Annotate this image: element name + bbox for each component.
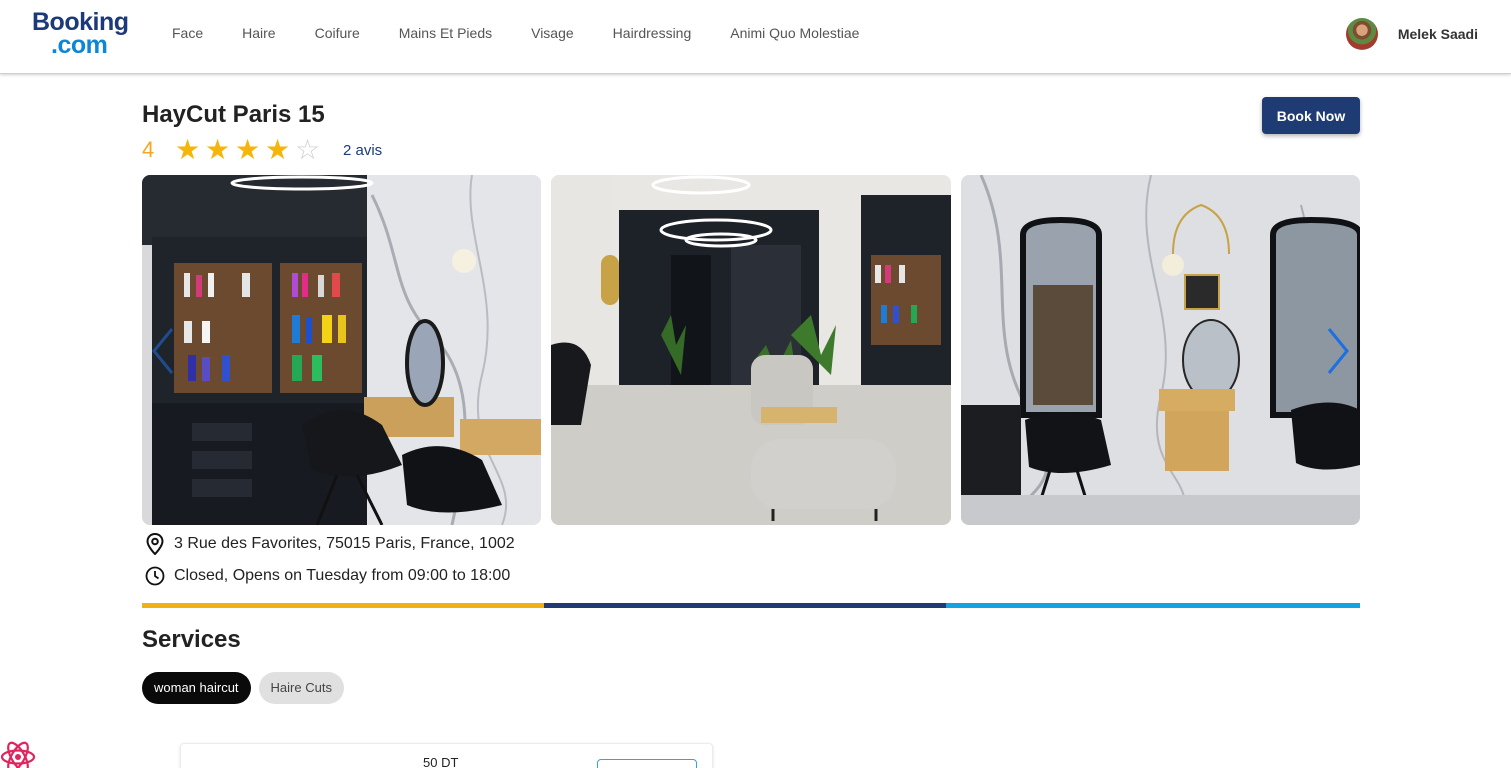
service-card: 50 DT [180,743,713,768]
react-devtools-icon[interactable] [0,735,40,768]
clock-icon [145,565,165,587]
chip-haire-cuts[interactable]: Haire Cuts [258,672,344,704]
salon-hours: Closed, Opens on Tuesday from 09:00 to 1… [145,564,510,588]
service-filter-chips: woman haircut Haire Cuts [142,672,344,704]
category-nav: Face Haire Coifure Mains Et Pieds Visage… [172,24,898,44]
booking-logo[interactable]: Booking .com [32,10,136,59]
nav-item-face[interactable]: Face [172,24,203,44]
service-price: 50 DT [423,755,459,768]
gallery-photo[interactable] [961,175,1360,525]
location-pin-icon [145,533,165,555]
book-now-button[interactable]: Book Now [1262,97,1360,134]
nav-item-mains-et-pieds[interactable]: Mains Et Pieds [399,24,492,44]
salon-title: HayCut Paris 15 [142,101,325,128]
salon-address: 3 Rue des Favorites, 75015 Paris, France… [145,532,515,556]
chip-woman-haircut[interactable]: woman haircut [142,672,251,704]
services-heading: Services [142,626,241,653]
address-text: 3 Rue des Favorites, 75015 Paris, France… [174,535,515,552]
divider-segment [544,603,946,608]
nav-item-haire[interactable]: Haire [242,24,275,44]
star-icon: ★ [265,134,291,165]
divider-segment [946,603,1360,608]
nav-item-hairdressing[interactable]: Hairdressing [613,24,692,44]
rating-stars: ★ ★ ★ ★ ☆ [175,136,325,164]
star-icon: ★ [175,134,201,165]
salon-rating: 4 ★ ★ ★ ★ ☆ 2 avis [142,136,382,164]
chevron-right-icon [1327,328,1349,374]
hours-text: Closed, Opens on Tuesday from 09:00 to 1… [174,567,511,584]
nav-item-coifure[interactable]: Coifure [315,24,360,44]
star-icon: ★ [205,134,231,165]
gallery-prev-button[interactable] [148,325,178,377]
star-icon: ★ [235,134,261,165]
photo-gallery [142,175,1360,533]
rating-score: 4 [142,137,155,162]
logo-line-2: .com [51,31,108,59]
nav-item-animi-quo-molestiae[interactable]: Animi Quo Molestiae [730,24,859,44]
star-outline-icon: ☆ [295,134,321,165]
nav-item-visage[interactable]: Visage [531,24,574,44]
chevron-left-icon [152,328,174,374]
service-book-button[interactable] [597,759,697,768]
user-name: Melek Saadi [1397,26,1478,42]
gallery-next-button[interactable] [1323,325,1353,377]
divider-segment [142,603,544,608]
user-menu[interactable]: Melek Saadi [1345,18,1478,50]
gallery-photo[interactable] [142,175,541,525]
tricolor-divider [142,603,1360,608]
reviews-link[interactable]: 2 avis [343,142,382,159]
gallery-photo[interactable] [551,175,951,525]
avatar[interactable] [1345,18,1378,50]
top-navbar: Booking .com Face Haire Coifure Mains Et… [0,0,1511,74]
